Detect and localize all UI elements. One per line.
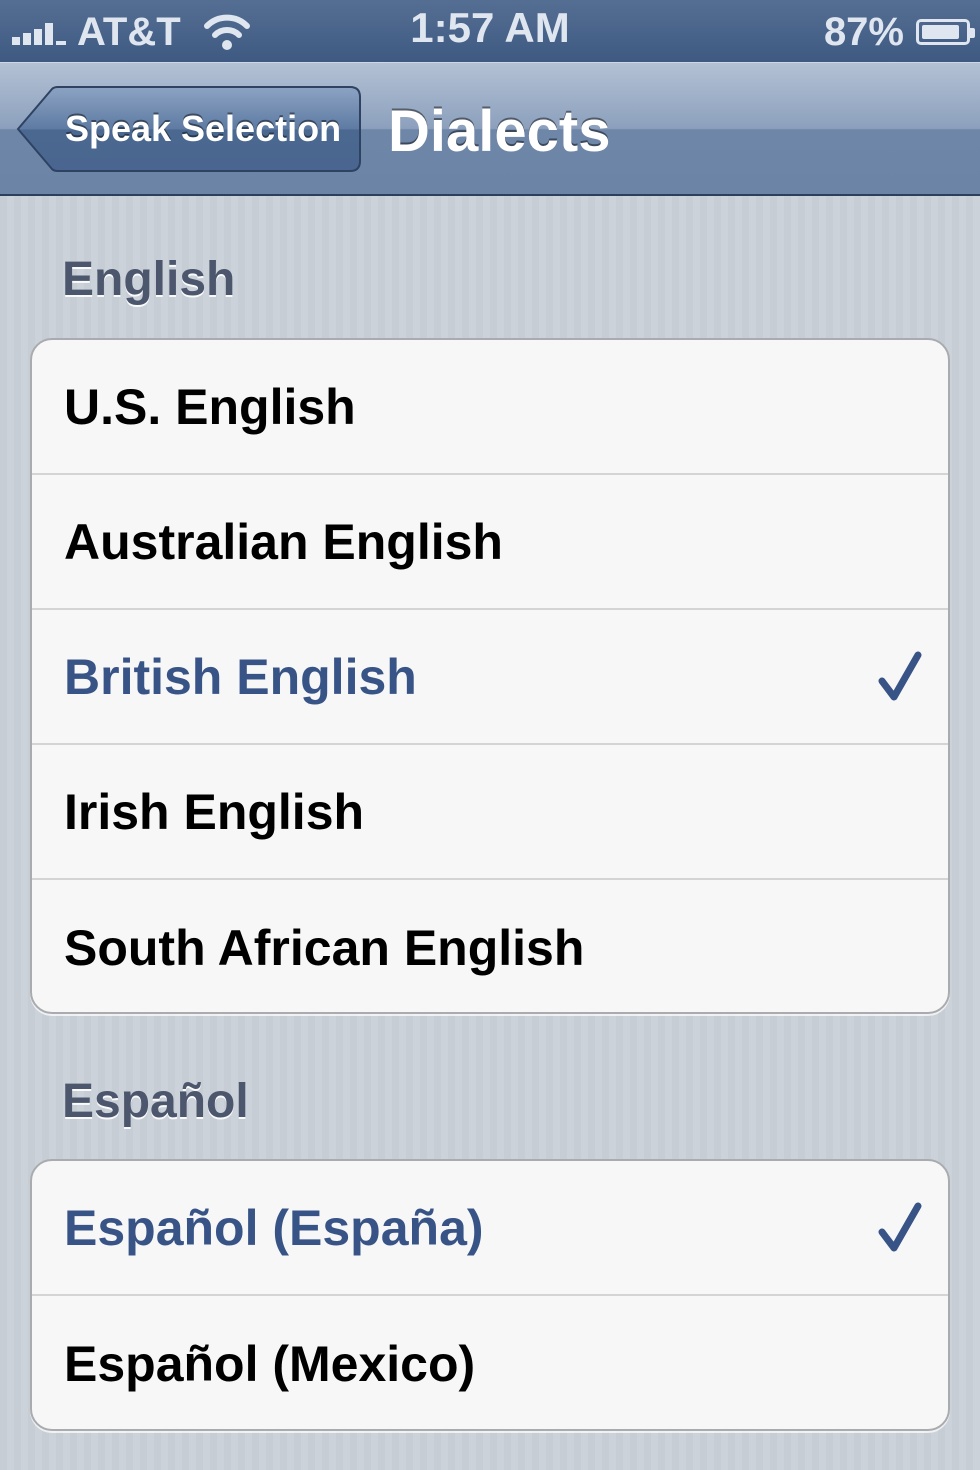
battery-icon bbox=[916, 19, 975, 45]
dialect-group-espanol: Español (España) Español (Mexico) bbox=[30, 1159, 950, 1431]
list-item[interactable]: South African English bbox=[32, 880, 948, 1012]
list-item-label: Irish English bbox=[64, 783, 365, 840]
checkmark-icon bbox=[878, 651, 922, 700]
list-item-label: Español (Mexico) bbox=[64, 1335, 476, 1392]
battery-percent: 87% bbox=[823, 9, 904, 54]
checkmark-icon bbox=[878, 1202, 922, 1251]
list-item[interactable]: Español (Mexico) bbox=[32, 1296, 948, 1429]
list-item-label: Español (España) bbox=[64, 1199, 484, 1256]
list-item[interactable]: U.S. English bbox=[32, 340, 948, 475]
dialect-group-english: U.S. English Australian English British … bbox=[30, 338, 950, 1014]
back-button[interactable]: Speak Selection bbox=[16, 85, 362, 173]
list-item-label: Australian English bbox=[64, 513, 503, 570]
page-title: Dialects bbox=[388, 98, 611, 164]
list-item-label: British English bbox=[64, 648, 417, 705]
section-header-espanol: Español bbox=[62, 1075, 249, 1128]
back-button-label: Speak Selection bbox=[64, 108, 342, 149]
list-item[interactable]: Español (España) bbox=[32, 1161, 948, 1296]
list-item[interactable]: Irish English bbox=[32, 745, 948, 880]
list-item-label: South African English bbox=[64, 919, 585, 976]
list-item[interactable]: Australian English bbox=[32, 475, 948, 610]
battery-fill bbox=[922, 25, 959, 39]
list-item[interactable]: British English bbox=[32, 610, 948, 745]
section-header-english: English bbox=[62, 253, 236, 306]
status-bar: AT&T 1:57 AM 87% bbox=[0, 0, 980, 62]
navigation-bar: Speak Selection Dialects bbox=[0, 62, 980, 196]
list-item-label: U.S. English bbox=[64, 378, 356, 435]
status-right: 87% bbox=[823, 8, 975, 56]
